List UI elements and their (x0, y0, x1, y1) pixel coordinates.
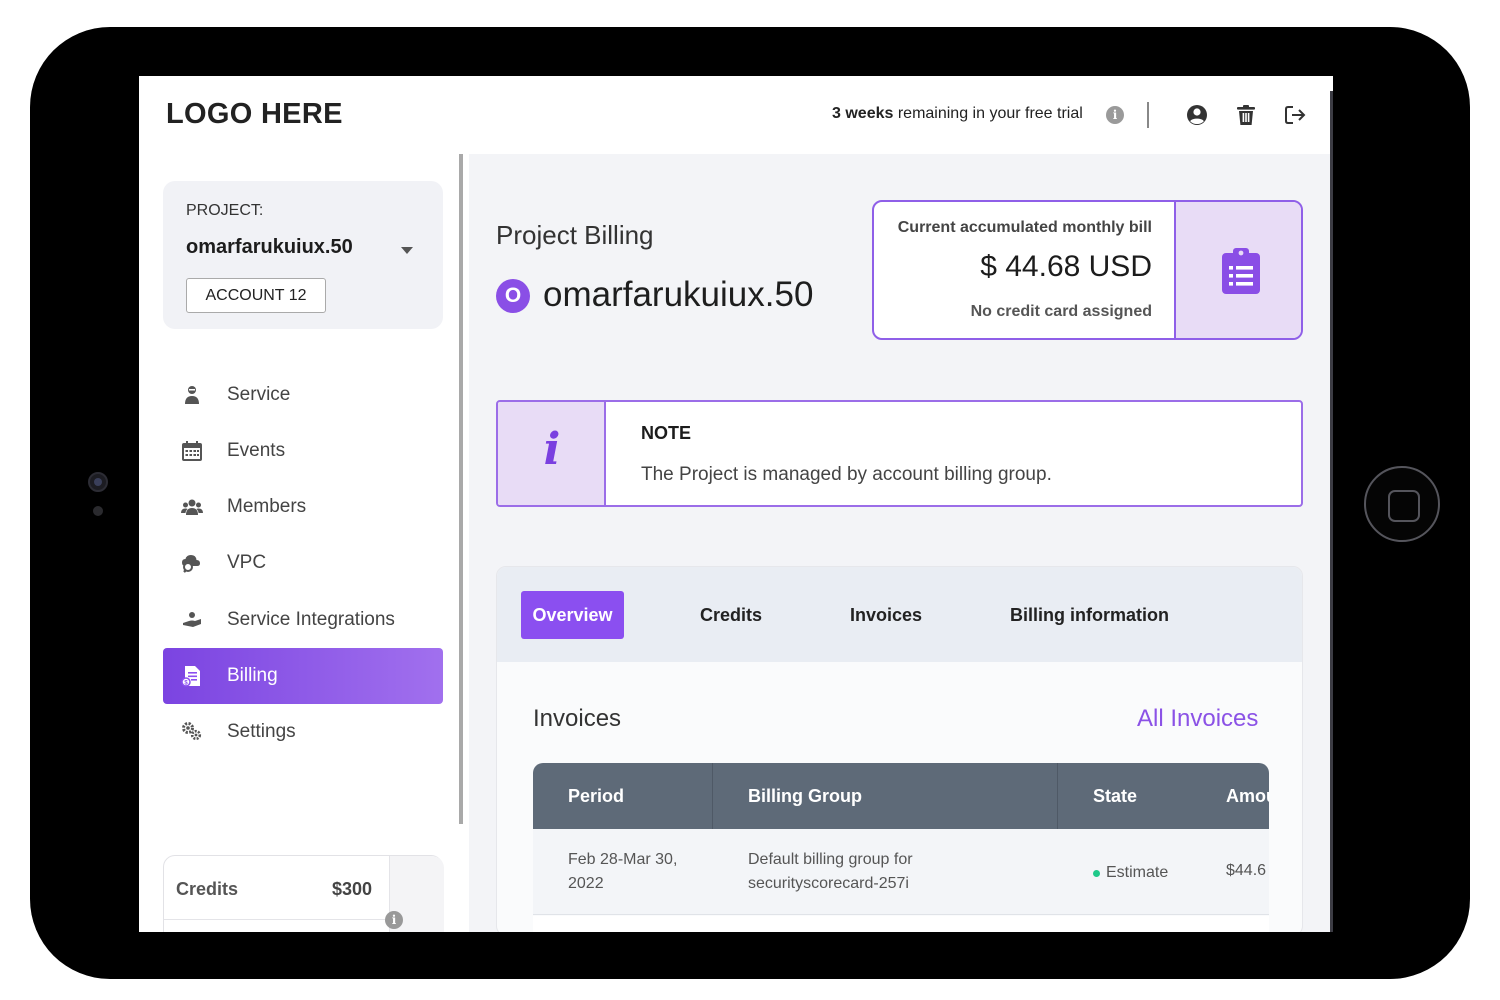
trial-weeks: 3 weeks (832, 105, 894, 122)
state-cell: Estimate (1106, 864, 1169, 881)
tabs-bar: Overview Credits Invoices Billing inform… (497, 567, 1302, 662)
sidebar-item-label: Events (227, 440, 286, 461)
service-icon (185, 386, 199, 404)
project-avatar: O (496, 279, 530, 313)
amount-cell: $44.6 (1226, 862, 1267, 879)
tab-invoices[interactable]: Invoices (850, 591, 922, 639)
column-header-billing-group[interactable]: Billing Group (748, 763, 862, 829)
credits-info-icon[interactable]: i (385, 911, 403, 929)
project-title: omarfarukuiux.50 (543, 275, 814, 314)
chevron-down-icon[interactable] (401, 247, 413, 254)
column-header-state[interactable]: State (1093, 763, 1137, 829)
sidebar-item-events[interactable]: Events (163, 423, 443, 479)
table-header: Period Billing Group State Amou (533, 763, 1269, 829)
trash-icon[interactable] (1234, 103, 1258, 127)
period-line: 2022 (568, 875, 604, 892)
column-header-period[interactable]: Period (568, 763, 624, 829)
note-title: NOTE (641, 423, 692, 443)
table-row[interactable] (533, 916, 1269, 932)
settings-icon (182, 722, 202, 741)
trial-info-icon[interactable]: i (1106, 106, 1124, 124)
billing-group-line: Default billing group for (748, 851, 913, 868)
monthly-bill-card: Current accumulated monthly bill $ 44.68… (872, 200, 1303, 340)
user-circle-icon[interactable] (1185, 103, 1209, 127)
trial-text: remaining in your free trial (893, 105, 1083, 122)
clipboard-list-icon (1222, 248, 1260, 294)
project-label: PROJECT: (186, 202, 264, 219)
sidebar-separator (459, 154, 463, 824)
tab-billing-information[interactable]: Billing information (1010, 591, 1169, 639)
tab-credits[interactable]: Credits (700, 591, 762, 639)
billing-group-line: securityscorecard-257i (748, 875, 909, 892)
billing-icon: $ (181, 666, 200, 687)
sidebar-item-vpc[interactable]: VPC (163, 535, 443, 591)
sidebar-item-label: VPC (227, 552, 267, 573)
billing-tabs-panel: Overview Credits Invoices Billing inform… (496, 566, 1303, 932)
credits-value: $300 (332, 879, 373, 899)
sidebar-item-billing[interactable]: $ Billing (163, 648, 443, 704)
note-text: The Project is managed by account billin… (641, 464, 1052, 485)
sidebar-item-service[interactable]: Service (163, 367, 443, 423)
project-name: omarfarukuiux.50 (186, 236, 353, 258)
sensor-dot (93, 506, 103, 516)
bill-label: Current accumulated monthly bill (897, 219, 1152, 236)
info-icon: i (543, 424, 561, 475)
home-button[interactable] (1364, 466, 1440, 542)
bill-amount: $ 44.68 USD (980, 250, 1152, 283)
top-bar: LOGO HERE 3 weeks remaining in your free… (139, 76, 1333, 154)
tab-overview[interactable]: Overview (521, 591, 624, 639)
logo: LOGO HERE (166, 98, 343, 130)
table-row[interactable]: Feb 28-Mar 30, 2022 Default billing grou… (533, 829, 1269, 915)
note-icon-panel: i (498, 402, 606, 505)
column-divider (1057, 763, 1058, 829)
sidebar-item-members[interactable]: Members (163, 479, 443, 535)
calendar-icon (182, 441, 202, 461)
sidebar-item-label: Billing (227, 665, 278, 686)
state-dot (1093, 870, 1100, 877)
account-button[interactable]: ACCOUNT 12 (186, 278, 326, 313)
invoices-heading: Invoices (533, 705, 622, 732)
trial-notice: 3 weeks remaining in your free trial (832, 105, 1083, 123)
period-cell: Feb 28-Mar 30, 2022 (568, 848, 677, 896)
logout-icon[interactable] (1283, 103, 1307, 127)
credits-row: Credits $300 (164, 856, 389, 920)
bill-icon-panel (1174, 202, 1301, 338)
project-selector[interactable]: PROJECT: omarfarukuiux.50 ACCOUNT 12 (163, 181, 443, 329)
period-line: Feb 28-Mar 30, (568, 851, 678, 868)
billing-group-cell: Default billing group for securityscorec… (748, 848, 913, 896)
vpc-icon (182, 555, 200, 573)
sidebar-item-label: Settings (227, 721, 296, 742)
sidebar-item-label: Service Integrations (227, 609, 395, 630)
bill-card-note: No credit card assigned (970, 303, 1152, 320)
members-icon (181, 499, 203, 515)
app-screen: LOGO HERE 3 weeks remaining in your free… (139, 76, 1333, 932)
note-banner: i NOTE The Project is managed by account… (496, 400, 1303, 507)
column-header-amount[interactable]: Amou (1226, 763, 1269, 829)
sidebar-item-label: Service (227, 384, 291, 405)
sidebar-item-service-integrations[interactable]: Service Integrations (163, 592, 443, 648)
column-divider (712, 763, 713, 829)
screen-edge (1330, 91, 1333, 932)
header-divider (1147, 102, 1149, 128)
sidebar-item-label: Members (227, 496, 307, 517)
page-title: Project Billing (496, 220, 654, 250)
all-invoices-link[interactable]: All Invoices (1137, 705, 1258, 733)
camera-icon (88, 472, 108, 492)
credits-label: Credits (176, 879, 239, 899)
main-content: Project Billing O omarfarukuiux.50 Curre… (469, 154, 1330, 932)
sidebar-item-settings[interactable]: Settings (163, 704, 443, 760)
invoices-table: Period Billing Group State Amou Feb 28-M… (533, 763, 1269, 932)
integrations-icon (183, 612, 201, 627)
